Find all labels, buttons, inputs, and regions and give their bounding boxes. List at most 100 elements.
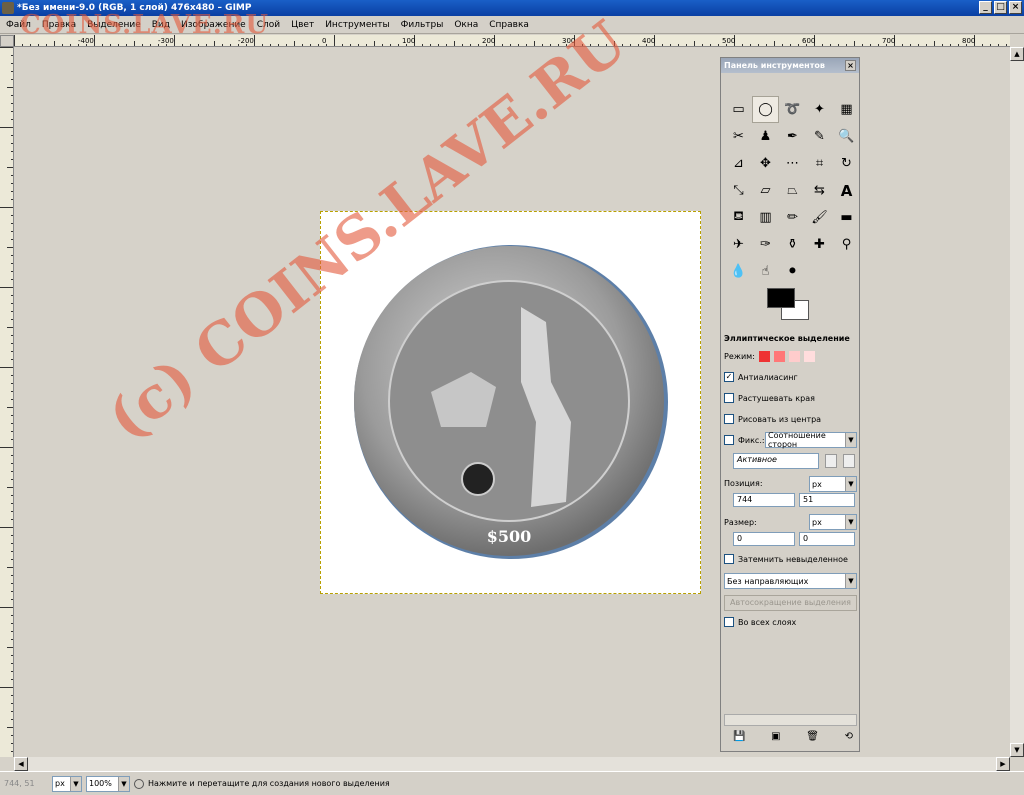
size-unit-select[interactable]: px ▼ [809,514,857,530]
menu-layer[interactable]: Слой [257,20,280,30]
menu-color[interactable]: Цвет [291,20,314,30]
fixed-value-input[interactable]: Активное [733,453,819,469]
paintbrush-icon[interactable]: 🖌 [806,204,833,231]
chevron-down-icon[interactable]: ▼ [845,574,856,588]
rect-select-icon[interactable]: ▭ [725,96,752,123]
text-icon[interactable]: A [833,177,860,204]
close-button[interactable]: × [1009,1,1022,14]
highlight-row[interactable]: Затемнить невыделенное [724,554,848,564]
menu-select[interactable]: Выделение [87,20,141,30]
position-x-input[interactable]: 744 [733,493,795,507]
fixed-select[interactable]: Соотношение сторон ▼ [765,431,857,449]
antialias-checkbox[interactable]: ✓ [724,372,734,382]
menu-image[interactable]: Изображение [181,20,246,30]
size-width-input[interactable]: 0 [733,532,795,546]
color-swatches[interactable] [767,288,811,324]
mode-add-icon[interactable] [773,351,785,362]
dodge-burn-icon[interactable]: ⚫ [779,258,806,285]
scroll-down-arrow-icon[interactable]: ▼ [1010,743,1024,757]
align-icon[interactable]: ⋯ [779,150,806,177]
from-center-checkbox[interactable] [724,414,734,424]
unit-select[interactable]: px ▼ [52,775,82,792]
chevron-down-icon[interactable]: ▼ [845,477,856,491]
measure-icon[interactable]: ⊿ [725,150,752,177]
all-layers-checkbox[interactable] [724,617,734,627]
fixed-row[interactable]: Фикс.: [724,435,765,445]
menu-tools[interactable]: Инструменты [325,20,389,30]
mode-subtract-icon[interactable] [788,351,800,362]
size-height-input[interactable]: 0 [799,532,855,546]
scroll-right-arrow-icon[interactable]: ▶ [996,757,1010,771]
feather-row[interactable]: Растушевать края [724,393,815,403]
airbrush-icon[interactable]: ✈ [725,231,752,258]
shear-icon[interactable]: ▱ [752,177,779,204]
flip-icon[interactable]: ⇆ [806,177,833,204]
position-y-input[interactable]: 51 [799,493,855,507]
mode-intersect-icon[interactable] [803,351,815,362]
landscape-icon[interactable] [843,454,855,468]
autoshrink-button[interactable]: Автосокращение выделения [724,595,857,611]
maximize-button[interactable]: □ [994,1,1007,14]
move-icon[interactable]: ✥ [752,150,779,177]
toolbox-scrollbar[interactable] [724,714,857,726]
select-by-color-icon[interactable]: ▦ [833,96,860,123]
close-icon[interactable]: × [845,60,856,71]
ruler-corner-button[interactable] [0,35,14,47]
zoom-select[interactable]: 100% ▼ [86,775,130,792]
scissors-icon[interactable]: ✂ [725,123,752,150]
feather-checkbox[interactable] [724,393,734,403]
reset-options-icon[interactable]: ⟲ [845,731,853,742]
chevron-down-icon[interactable]: ▼ [845,515,856,529]
fixed-checkbox[interactable] [724,435,734,445]
smudge-icon[interactable]: ☝ [752,258,779,285]
perspective-icon[interactable]: ⏢ [779,177,806,204]
zoom-icon[interactable]: 🔍 [833,123,860,150]
scroll-left-arrow-icon[interactable]: ◀ [14,757,28,771]
rotate-icon[interactable]: ↻ [833,150,860,177]
menu-windows[interactable]: Окна [454,20,478,30]
crop-icon[interactable]: ⌗ [806,150,833,177]
paths-icon[interactable]: ✒ [779,123,806,150]
chevron-down-icon[interactable]: ▼ [845,433,856,447]
menu-edit[interactable]: Правка [42,20,76,30]
antialias-row[interactable]: ✓ Антиалиасинг [724,372,798,382]
perspective-clone-icon[interactable]: ⚲ [833,231,860,258]
foreground-select-icon[interactable]: ♟ [752,123,779,150]
minimize-button[interactable]: _ [979,1,992,14]
menu-filters[interactable]: Фильтры [401,20,444,30]
ellipse-select-icon[interactable]: ◯ [752,96,779,123]
highlight-checkbox[interactable] [724,554,734,564]
restore-options-icon[interactable]: ▣ [771,731,780,742]
ink-icon[interactable]: ✑ [752,231,779,258]
scroll-up-arrow-icon[interactable]: ▲ [1010,47,1024,61]
blur-icon[interactable]: 💧 [725,258,752,285]
menu-help[interactable]: Справка [489,20,529,30]
foreground-color[interactable] [767,288,795,308]
delete-options-icon[interactable]: 🗑 [806,731,819,742]
menu-file[interactable]: Файл [6,20,31,30]
swap-icon[interactable] [825,454,837,468]
mode-replace-icon[interactable] [758,351,770,362]
fuzzy-select-icon[interactable]: ✦ [806,96,833,123]
guides-select[interactable]: Без направляющих ▼ [724,573,857,589]
bucket-fill-icon[interactable]: ⛾ [725,204,752,231]
horizontal-scrollbar[interactable]: ◀ ▶ [14,757,1010,771]
eraser-icon[interactable]: ▬ [833,204,860,231]
clone-icon[interactable]: ⚱ [779,231,806,258]
chevron-down-icon[interactable]: ▼ [70,776,81,791]
save-options-icon[interactable]: 💾 [733,731,745,742]
blend-icon[interactable]: ▥ [752,204,779,231]
menu-view[interactable]: Вид [152,20,170,30]
scale-icon[interactable]: ⤡ [725,177,752,204]
pencil-icon[interactable]: ✏ [779,204,806,231]
color-picker-icon[interactable]: ✎ [806,123,833,150]
chevron-down-icon[interactable]: ▼ [118,776,129,791]
vertical-scrollbar[interactable]: ▲ ▼ [1010,47,1024,757]
fixed-select-value: Соотношение сторон [768,431,826,449]
heal-icon[interactable]: ✚ [806,231,833,258]
from-center-row[interactable]: Рисовать из центра [724,414,821,424]
image-canvas[interactable]: $500 [320,211,701,594]
all-layers-row[interactable]: Во всех слоях [724,617,796,627]
lasso-icon[interactable]: ➰ [779,96,806,123]
position-unit-select[interactable]: px ▼ [809,476,857,492]
